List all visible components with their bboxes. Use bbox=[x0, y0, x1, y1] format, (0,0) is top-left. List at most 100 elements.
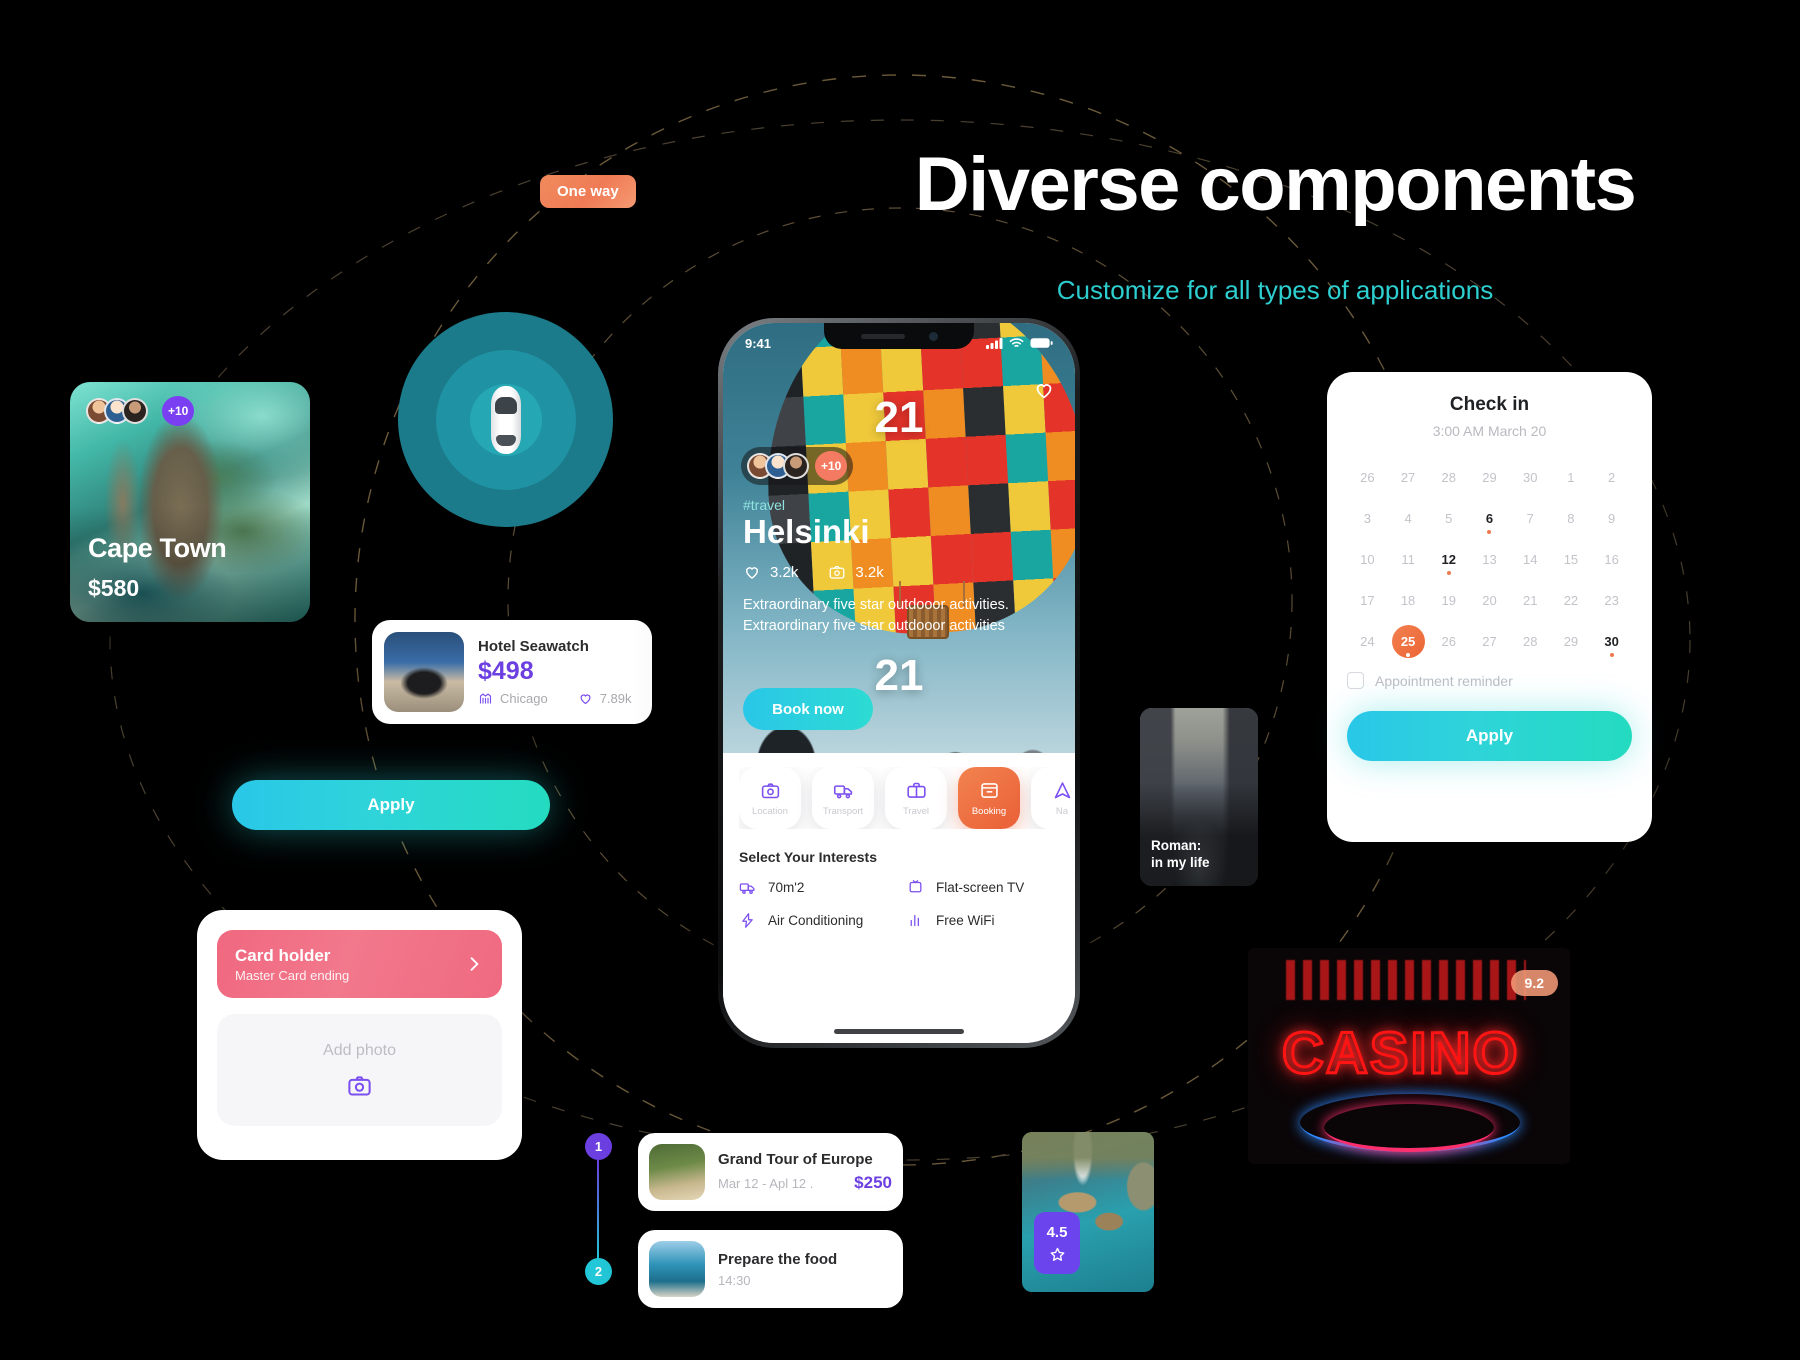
calendar-day[interactable]: 1 bbox=[1551, 461, 1592, 494]
calendar-event-dot bbox=[1406, 653, 1411, 657]
calendar-day[interactable]: 29 bbox=[1469, 461, 1510, 494]
calendar-day[interactable]: 11 bbox=[1388, 543, 1429, 576]
calendar-day[interactable]: 24 bbox=[1347, 625, 1388, 658]
timeline-item-food[interactable]: Prepare the food 14:30 bbox=[638, 1230, 903, 1308]
tab-booking[interactable]: Booking bbox=[958, 767, 1020, 829]
add-photo-dropzone[interactable]: Add photo bbox=[217, 1014, 502, 1126]
apply-button[interactable]: Apply bbox=[232, 780, 550, 830]
extra-avatars-badge[interactable]: +10 bbox=[815, 451, 848, 481]
timeline-connector bbox=[597, 1160, 599, 1260]
calendar-day[interactable]: 25 bbox=[1388, 625, 1429, 658]
calendar-day-number: 18 bbox=[1400, 593, 1416, 608]
appointment-reminder-label: Appointment reminder bbox=[1375, 672, 1513, 689]
calendar-day-number: 30 bbox=[1522, 470, 1538, 485]
calendar-day[interactable]: 27 bbox=[1469, 625, 1510, 658]
amenity-item[interactable]: Flat-screen TV bbox=[907, 879, 1075, 896]
calendar-day[interactable]: 2 bbox=[1591, 461, 1632, 494]
phone-screen: 9:41 21 +10 #travel Helsinki 3.2k 3.2k E… bbox=[723, 323, 1075, 1043]
calendar-day[interactable]: 27 bbox=[1388, 461, 1429, 494]
calendar-day[interactable]: 13 bbox=[1469, 543, 1510, 576]
timeline-node-1[interactable]: 1 bbox=[585, 1133, 612, 1160]
add-photo-label: Add photo bbox=[323, 1041, 396, 1059]
hotel-listing-card[interactable]: Hotel Seawatch $498 Chicago 7.89k bbox=[372, 620, 652, 724]
extra-avatars-badge[interactable]: +10 bbox=[162, 396, 195, 426]
calendar-day[interactable]: 6 bbox=[1469, 502, 1510, 535]
bars-icon bbox=[907, 912, 924, 929]
phone-content-sheet: Location Transport Travel Booking Na Select … bbox=[723, 753, 1075, 1043]
calendar-day[interactable]: 5 bbox=[1428, 502, 1469, 535]
page-subtitle: Customize for all types of applications bbox=[1056, 275, 1494, 305]
calendar-day[interactable]: 21 bbox=[1510, 584, 1551, 617]
calendar-day[interactable]: 8 bbox=[1551, 502, 1592, 535]
calendar-day[interactable]: 30 bbox=[1510, 461, 1551, 494]
casino-photo-card[interactable]: CASINO 9.2 bbox=[1248, 948, 1570, 1164]
calendar-day[interactable]: 10 bbox=[1347, 543, 1388, 576]
payment-card: Card holder Master Card ending Add photo bbox=[197, 910, 522, 1160]
calendar-day[interactable]: 9 bbox=[1591, 502, 1632, 535]
tab-travel[interactable]: Travel bbox=[885, 767, 947, 829]
book-now-button[interactable]: Book now bbox=[743, 688, 873, 730]
avatar bbox=[122, 398, 148, 424]
calendar-day[interactable]: 16 bbox=[1591, 543, 1632, 576]
calendar-day[interactable]: 26 bbox=[1347, 461, 1388, 494]
one-way-badge[interactable]: One way bbox=[540, 175, 636, 208]
calendar-day-number: 2 bbox=[1608, 470, 1616, 485]
calendar-day[interactable]: 17 bbox=[1347, 584, 1388, 617]
appointment-reminder-row[interactable]: Appointment reminder bbox=[1347, 672, 1632, 689]
calendar-day-number: 1 bbox=[1567, 470, 1575, 485]
calendar-day-number: 17 bbox=[1360, 593, 1375, 608]
category-tab-row[interactable]: Location Transport Travel Booking Na bbox=[739, 767, 1075, 829]
calendar-day[interactable]: 29 bbox=[1551, 625, 1592, 658]
poster-stage: Diverse components Customize for all typ… bbox=[0, 0, 1800, 1360]
calendar-day[interactable]: 22 bbox=[1551, 584, 1592, 617]
tour-date-range: Mar 12 - Apl 12 . bbox=[718, 1176, 814, 1191]
tab-transport[interactable]: Transport bbox=[812, 767, 874, 829]
card-holder-row[interactable]: Card holder Master Card ending bbox=[217, 930, 502, 998]
camera-icon bbox=[828, 563, 846, 581]
amenity-item[interactable]: Free WiFi bbox=[907, 912, 1075, 929]
tour-info: Grand Tour of Europe Mar 12 - Apl 12 . $… bbox=[718, 1151, 892, 1193]
rating-badge[interactable]: 4.5 bbox=[1034, 1212, 1080, 1274]
timeline-node-2[interactable]: 2 bbox=[585, 1258, 612, 1285]
checkbox[interactable] bbox=[1347, 672, 1364, 689]
calendar-day[interactable]: 23 bbox=[1591, 584, 1632, 617]
calendar-day[interactable]: 26 bbox=[1428, 625, 1469, 658]
calendar-day[interactable]: 12 bbox=[1428, 543, 1469, 576]
calendar-grid[interactable]: 26 27 28 29 30 1 2 3 4 5 6 7 8 9 10 11 12 13 14 15 16 17 18 19 2… bbox=[1347, 461, 1632, 658]
tab-location[interactable]: Location bbox=[739, 767, 801, 829]
tab-na[interactable]: Na bbox=[1031, 767, 1075, 829]
calendar-day[interactable]: 28 bbox=[1510, 625, 1551, 658]
calendar-day-number: 27 bbox=[1400, 470, 1416, 485]
calendar-day[interactable]: 15 bbox=[1551, 543, 1592, 576]
calendar-day[interactable]: 3 bbox=[1347, 502, 1388, 535]
calendar-day[interactable]: 30 bbox=[1591, 625, 1632, 658]
cape-town-destination-card[interactable]: +10 Cape Town $580 bbox=[70, 382, 310, 622]
calendar-event-dot bbox=[1487, 530, 1492, 534]
timeline-item-tour[interactable]: Grand Tour of Europe Mar 12 - Apl 12 . $… bbox=[638, 1133, 903, 1211]
calendar-day[interactable]: 18 bbox=[1388, 584, 1429, 617]
status-indicators bbox=[986, 337, 1053, 349]
home-indicator bbox=[834, 1029, 964, 1034]
hero-hashtag[interactable]: #travel bbox=[743, 497, 785, 513]
car-radar-widget[interactable] bbox=[398, 312, 613, 527]
waterfall-photo-card[interactable]: 4.5 bbox=[1022, 1132, 1154, 1292]
navigation-icon bbox=[1052, 780, 1073, 801]
calendar-day[interactable]: 19 bbox=[1428, 584, 1469, 617]
neon-pink-arc bbox=[1324, 1104, 1494, 1152]
calendar-day[interactable]: 4 bbox=[1388, 502, 1429, 535]
roman-story-card[interactable]: Roman: in my life bbox=[1140, 708, 1258, 886]
avatar-stack bbox=[86, 398, 148, 424]
favorite-heart-icon[interactable] bbox=[1033, 379, 1055, 401]
truck-icon bbox=[739, 879, 756, 896]
hero-avatar-group[interactable]: +10 bbox=[741, 447, 854, 485]
calendar-day[interactable]: 20 bbox=[1469, 584, 1510, 617]
heart-icon[interactable] bbox=[578, 691, 593, 706]
calendar-day[interactable]: 7 bbox=[1510, 502, 1551, 535]
calendar-apply-button[interactable]: Apply bbox=[1347, 711, 1632, 761]
calendar-day[interactable]: 14 bbox=[1510, 543, 1551, 576]
amenities-grid[interactable]: 70m'2 Flat-screen TV Air Conditioning Free … bbox=[739, 879, 1075, 929]
calendar-day[interactable]: 28 bbox=[1428, 461, 1469, 494]
amenity-item[interactable]: 70m'2 bbox=[739, 879, 907, 896]
casino-rating-badge[interactable]: 9.2 bbox=[1510, 970, 1558, 996]
amenity-item[interactable]: Air Conditioning bbox=[739, 912, 907, 929]
